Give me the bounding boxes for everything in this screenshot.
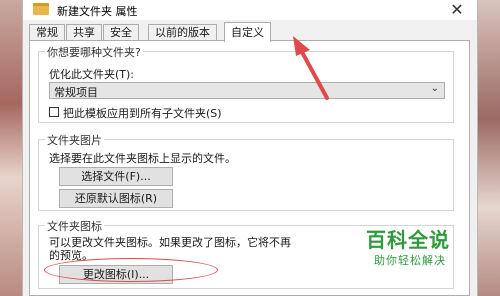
watermark: 百科全说 助你轻松解决 <box>364 222 474 282</box>
watermark-subtitle: 助你轻松解决 <box>374 254 446 267</box>
tab-customize[interactable]: 自定义 <box>224 22 271 42</box>
watermark-title: 百科全说 <box>366 228 450 252</box>
annotation-ellipse <box>44 258 218 282</box>
